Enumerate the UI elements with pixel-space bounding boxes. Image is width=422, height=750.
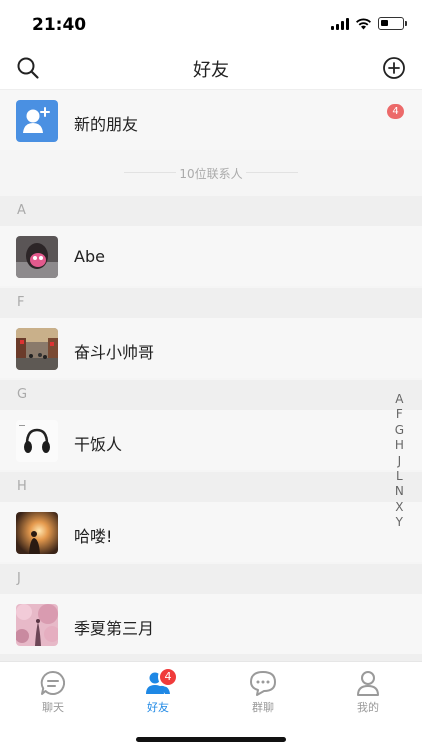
section-header-f: F: [0, 288, 422, 318]
wifi-icon: [356, 17, 371, 29]
index-letter[interactable]: F: [396, 407, 403, 422]
tab-label: 群聊: [252, 701, 274, 714]
headphones-photo-avatar: [16, 420, 58, 462]
new-friends-row[interactable]: 新的朋友 4: [0, 90, 422, 150]
chat-bubble-icon: [40, 670, 65, 695]
index-letter[interactable]: J: [398, 454, 402, 469]
index-letter[interactable]: N: [395, 484, 404, 499]
status-time: 21:40: [32, 15, 87, 35]
section-letter: F: [17, 295, 25, 310]
alphabet-index[interactable]: A F G H J L N X Y: [395, 392, 404, 531]
contact-count-row: 10位联系人: [0, 150, 422, 196]
section-letter: J: [17, 571, 21, 586]
contact-row[interactable]: 干饭人: [0, 410, 422, 470]
index-letter[interactable]: A: [395, 392, 403, 407]
index-letter[interactable]: L: [396, 469, 403, 484]
group-chat-icon: [250, 671, 276, 696]
cellular-signal-icon: [331, 17, 349, 30]
status-bar: 21:40: [0, 0, 422, 48]
new-friends-label: 新的朋友: [74, 115, 139, 134]
contact-row[interactable]: 季夏第三月: [0, 594, 422, 654]
profile-icon: [357, 671, 379, 696]
screen: 21:40 好友 新的朋友 4 10位联系人 A Abe F 奋斗小帅哥 G 干…: [0, 0, 422, 750]
section-header-h: H: [0, 472, 422, 502]
divider: [246, 172, 298, 173]
add-person-icon: [16, 100, 58, 142]
contact-row[interactable]: 哈喽!: [0, 502, 422, 562]
tab-chat[interactable]: 聊天: [23, 669, 83, 715]
battery-icon: [378, 17, 407, 30]
plus-circle-icon[interactable]: [382, 56, 406, 80]
street-photo-avatar: [16, 328, 58, 370]
section-header-a: A: [0, 196, 422, 226]
new-friends-badge: 4: [387, 104, 404, 119]
tab-label: 好友: [147, 701, 169, 714]
contact-name: 干饭人: [74, 435, 123, 454]
index-letter[interactable]: Y: [396, 515, 403, 530]
contact-name: 奋斗小帅哥: [74, 343, 155, 362]
section-header-g: G: [0, 380, 422, 410]
tab-label: 聊天: [42, 701, 64, 714]
contact-count: 10位联系人: [179, 167, 243, 181]
index-letter[interactable]: G: [395, 423, 404, 438]
contact-name: Abe: [74, 247, 105, 266]
tab-profile[interactable]: 我的: [338, 669, 398, 715]
section-letter: H: [17, 479, 27, 494]
page-title: 好友: [193, 60, 229, 81]
pink-photo-avatar: [16, 236, 58, 278]
contact-row[interactable]: Abe: [0, 226, 422, 286]
tab-group-chat[interactable]: 群聊: [233, 669, 293, 715]
cherry-blossom-photo-avatar: [16, 604, 58, 646]
section-header-j: J: [0, 564, 422, 594]
next-section-header: [0, 654, 422, 661]
contact-name: 季夏第三月: [74, 619, 155, 638]
contact-row[interactable]: 奋斗小帅哥: [0, 318, 422, 378]
index-letter[interactable]: H: [395, 438, 404, 453]
tab-friends[interactable]: 好友 4: [128, 667, 188, 715]
friends-tab-badge: 4: [158, 667, 178, 687]
home-indicator: [136, 737, 286, 742]
section-letter: G: [17, 387, 28, 402]
section-letter: A: [17, 203, 26, 218]
nav-bar: 好友: [0, 48, 422, 90]
status-icons: [331, 17, 407, 30]
tab-label: 我的: [357, 701, 379, 714]
index-letter[interactable]: X: [395, 500, 403, 515]
contact-name: 哈喽!: [74, 527, 113, 546]
sunset-photo-avatar: [16, 512, 58, 554]
